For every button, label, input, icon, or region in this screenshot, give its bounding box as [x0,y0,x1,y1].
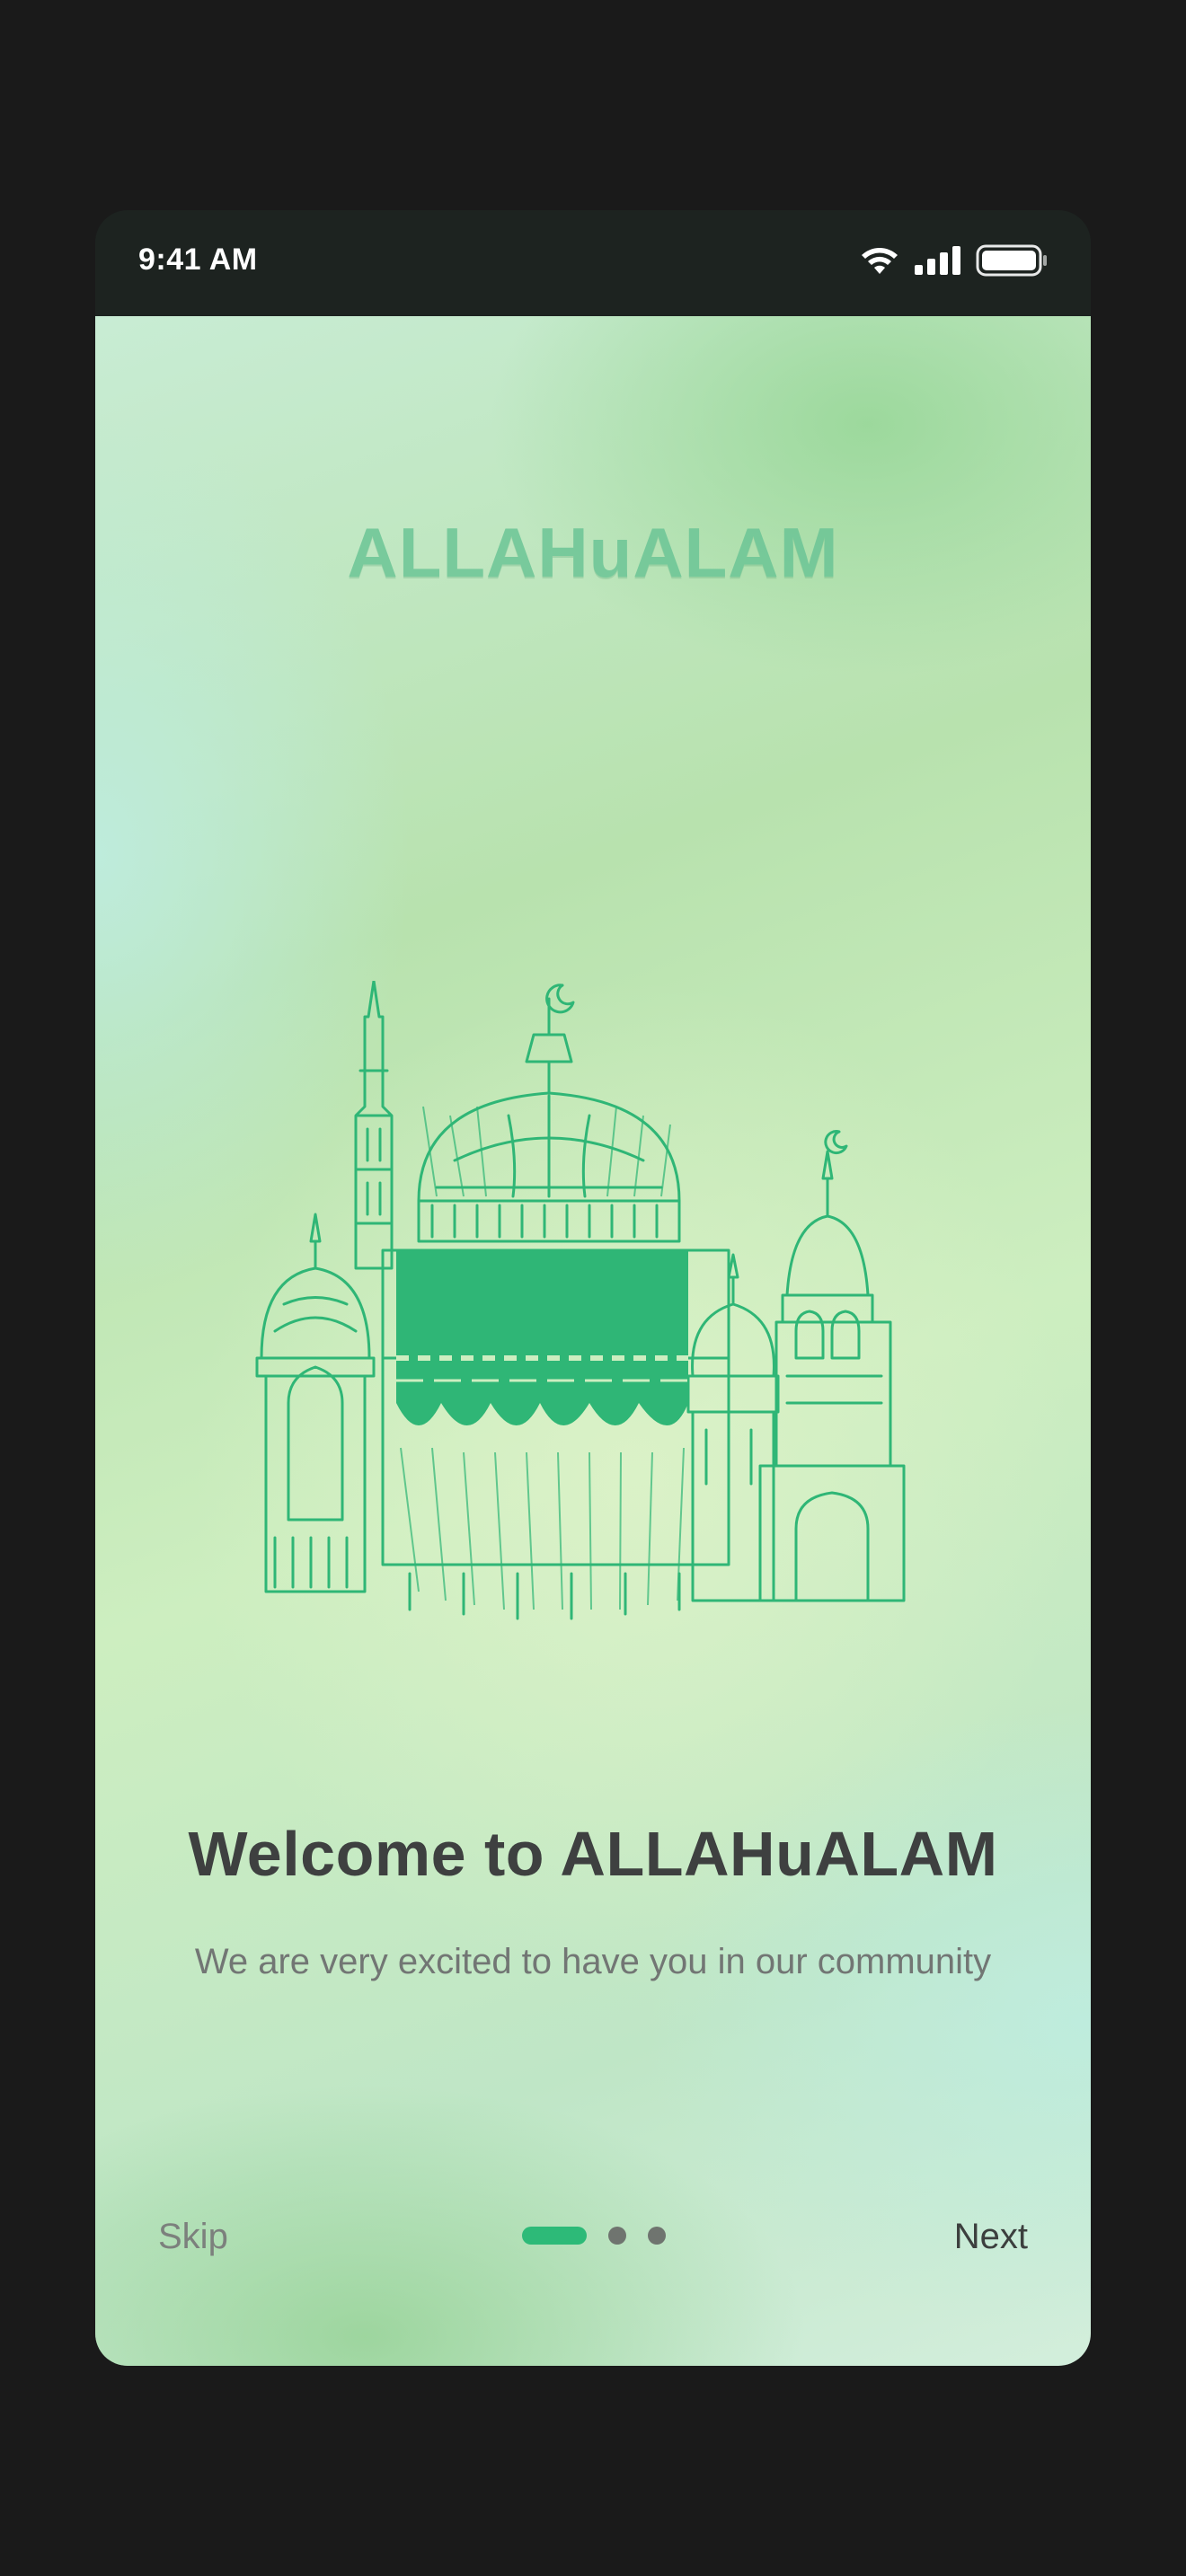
page-dot-2[interactable] [608,2227,626,2245]
status-icons [859,244,1048,277]
cellular-signal-icon [915,246,960,275]
page-dot-3[interactable] [648,2227,666,2245]
page-dot-1-active[interactable] [522,2227,587,2245]
mosque-kaaba-illustration [255,981,906,1620]
onboarding-screen: ALLAHuALAM Welcome to ALLAHuALAM We are … [95,316,1091,2366]
welcome-title: Welcome to ALLAHuALAM [188,1819,998,1889]
status-bar: 9:41 AM [95,210,1091,316]
phone-frame: 9:41 AM ALLAHuALAM Welcome to ALLAHuALAM… [95,210,1091,2366]
page-indicator [522,2227,666,2245]
battery-icon [976,244,1047,277]
brand-logo: ALLAHuALAM [347,513,839,592]
welcome-subtitle: We are very excited to have you in our c… [194,1942,992,1981]
wifi-icon [862,248,898,274]
status-time: 9:41 AM [138,243,258,277]
skip-button[interactable]: Skip [158,2217,228,2257]
next-button[interactable]: Next [954,2217,1028,2257]
